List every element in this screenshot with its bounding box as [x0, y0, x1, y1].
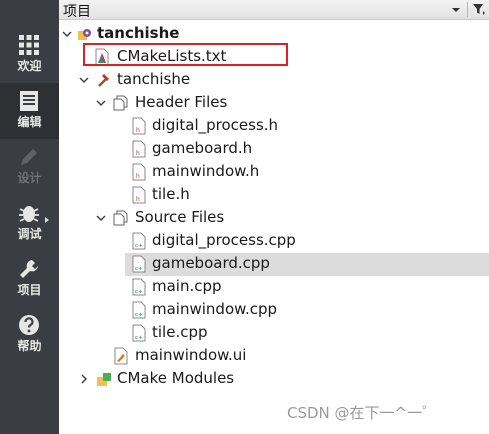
target-name: tanchishe — [117, 70, 191, 88]
header-file-icon: h — [132, 186, 146, 204]
file-group-icon — [113, 95, 128, 111]
file-label: gameboard.cpp — [152, 254, 270, 272]
ui-form-file-icon — [114, 347, 128, 365]
chevron-right-icon[interactable] — [77, 372, 91, 386]
bug-icon — [19, 206, 39, 222]
cmake-modules-icon — [97, 373, 111, 386]
tree-item-source[interactable]: c+ mainwindow.cpp — [59, 299, 489, 322]
header-file-icon: h — [132, 117, 146, 135]
hammer-icon — [98, 74, 109, 87]
watermark: CSDN @在下一^一゜ — [287, 404, 438, 422]
chevron-down-icon[interactable] — [77, 73, 91, 87]
svg-text:h: h — [136, 150, 140, 157]
mode-edit-label: 编辑 — [17, 115, 42, 129]
tree-item-source-selected[interactable]: c+ gameboard.cpp — [59, 253, 489, 276]
tree-item-source-files[interactable]: Source Files — [59, 207, 489, 230]
tree-item-header[interactable]: h tile.h — [59, 184, 489, 207]
cpp-file-icon: c+ — [132, 278, 146, 296]
tree-item-ui-file[interactable]: mainwindow.ui — [59, 345, 489, 368]
ui-file-label: mainwindow.ui — [135, 346, 247, 364]
mode-design[interactable]: 设计 — [0, 139, 59, 195]
tree-item-source[interactable]: c+ tile.cpp — [59, 322, 489, 345]
tree-item-header[interactable]: h digital_process.h — [59, 115, 489, 138]
project-tree: tanchishe CMakeLists.txt tanchishe Heade… — [59, 20, 489, 434]
pencil-icon — [21, 149, 37, 165]
tree-item-header[interactable]: h mainwindow.h — [59, 161, 489, 184]
file-label: mainwindow.h — [152, 162, 260, 180]
header-group-label: Header Files — [135, 93, 228, 111]
chevron-down-icon[interactable] — [94, 96, 108, 110]
file-label: digital_process.h — [152, 116, 279, 134]
file-label: mainwindow.cpp — [152, 300, 278, 318]
svg-text:c+: c+ — [135, 312, 143, 318]
submenu-arrow-icon — [45, 217, 49, 223]
header-file-icon: h — [132, 140, 146, 158]
tree-item-header[interactable]: h gameboard.h — [59, 138, 489, 161]
file-label: tile.cpp — [152, 323, 208, 341]
cpp-file-icon: c+ — [132, 301, 146, 319]
source-group-label: Source Files — [135, 208, 225, 226]
wrench-icon — [20, 260, 38, 278]
svg-text:h: h — [136, 196, 140, 203]
grid-icon — [19, 35, 39, 55]
mode-welcome[interactable]: 欢迎 — [0, 27, 59, 83]
cpp-file-icon: c+ — [132, 324, 146, 342]
tree-item-source[interactable]: c+ main.cpp — [59, 276, 489, 299]
svg-text:c+: c+ — [135, 266, 143, 272]
svg-text:c+: c+ — [135, 243, 143, 249]
file-label: digital_process.cpp — [152, 231, 296, 249]
svg-text:c+: c+ — [135, 289, 143, 295]
mode-help-label: 帮助 — [17, 339, 42, 353]
tree-item-cmake-modules[interactable]: CMake Modules — [59, 368, 489, 391]
svg-text:c+: c+ — [135, 335, 143, 341]
document-icon — [20, 91, 38, 111]
project-name: tanchishe — [97, 24, 180, 42]
header-divider — [467, 2, 468, 17]
svg-text:h: h — [136, 173, 140, 180]
chevron-down-icon[interactable] — [449, 3, 463, 17]
file-label: gameboard.h — [152, 139, 253, 157]
mode-edit[interactable]: 编辑 — [0, 83, 59, 139]
tree-item-source[interactable]: c+ digital_process.cpp — [59, 230, 489, 253]
mode-welcome-label: 欢迎 — [17, 59, 42, 73]
file-group-icon — [113, 210, 128, 226]
chevron-down-icon[interactable] — [94, 211, 108, 225]
projects-panel-header: 项目 — [59, 0, 489, 20]
mode-design-label: 设计 — [17, 171, 42, 185]
svg-text:h: h — [136, 127, 140, 134]
cpp-file-icon: c+ — [132, 255, 146, 273]
project-gear-icon — [78, 29, 91, 40]
tree-item-target[interactable]: tanchishe — [59, 69, 489, 92]
mode-debug[interactable]: 调试 — [0, 195, 59, 251]
panel-title: 项目 — [63, 4, 91, 20]
mode-projects-label: 项目 — [17, 283, 42, 297]
help-icon — [19, 315, 39, 335]
file-label: main.cpp — [152, 277, 222, 295]
cmake-modules-label: CMake Modules — [117, 369, 235, 387]
annotation-highlight-box — [83, 43, 288, 66]
header-file-icon: h — [132, 163, 146, 181]
mode-sidebar: 欢迎 编辑 设计 调试 项目 帮助 — [0, 0, 59, 434]
tree-item-header-files[interactable]: Header Files — [59, 92, 489, 115]
chevron-down-icon[interactable] — [60, 27, 74, 41]
filter-icon[interactable] — [471, 2, 487, 17]
file-label: tile.h — [152, 185, 190, 203]
cpp-file-icon: c+ — [132, 232, 146, 250]
mode-debug-label: 调试 — [17, 227, 42, 241]
mode-projects[interactable]: 项目 — [0, 251, 59, 307]
mode-help[interactable]: 帮助 — [0, 307, 59, 363]
